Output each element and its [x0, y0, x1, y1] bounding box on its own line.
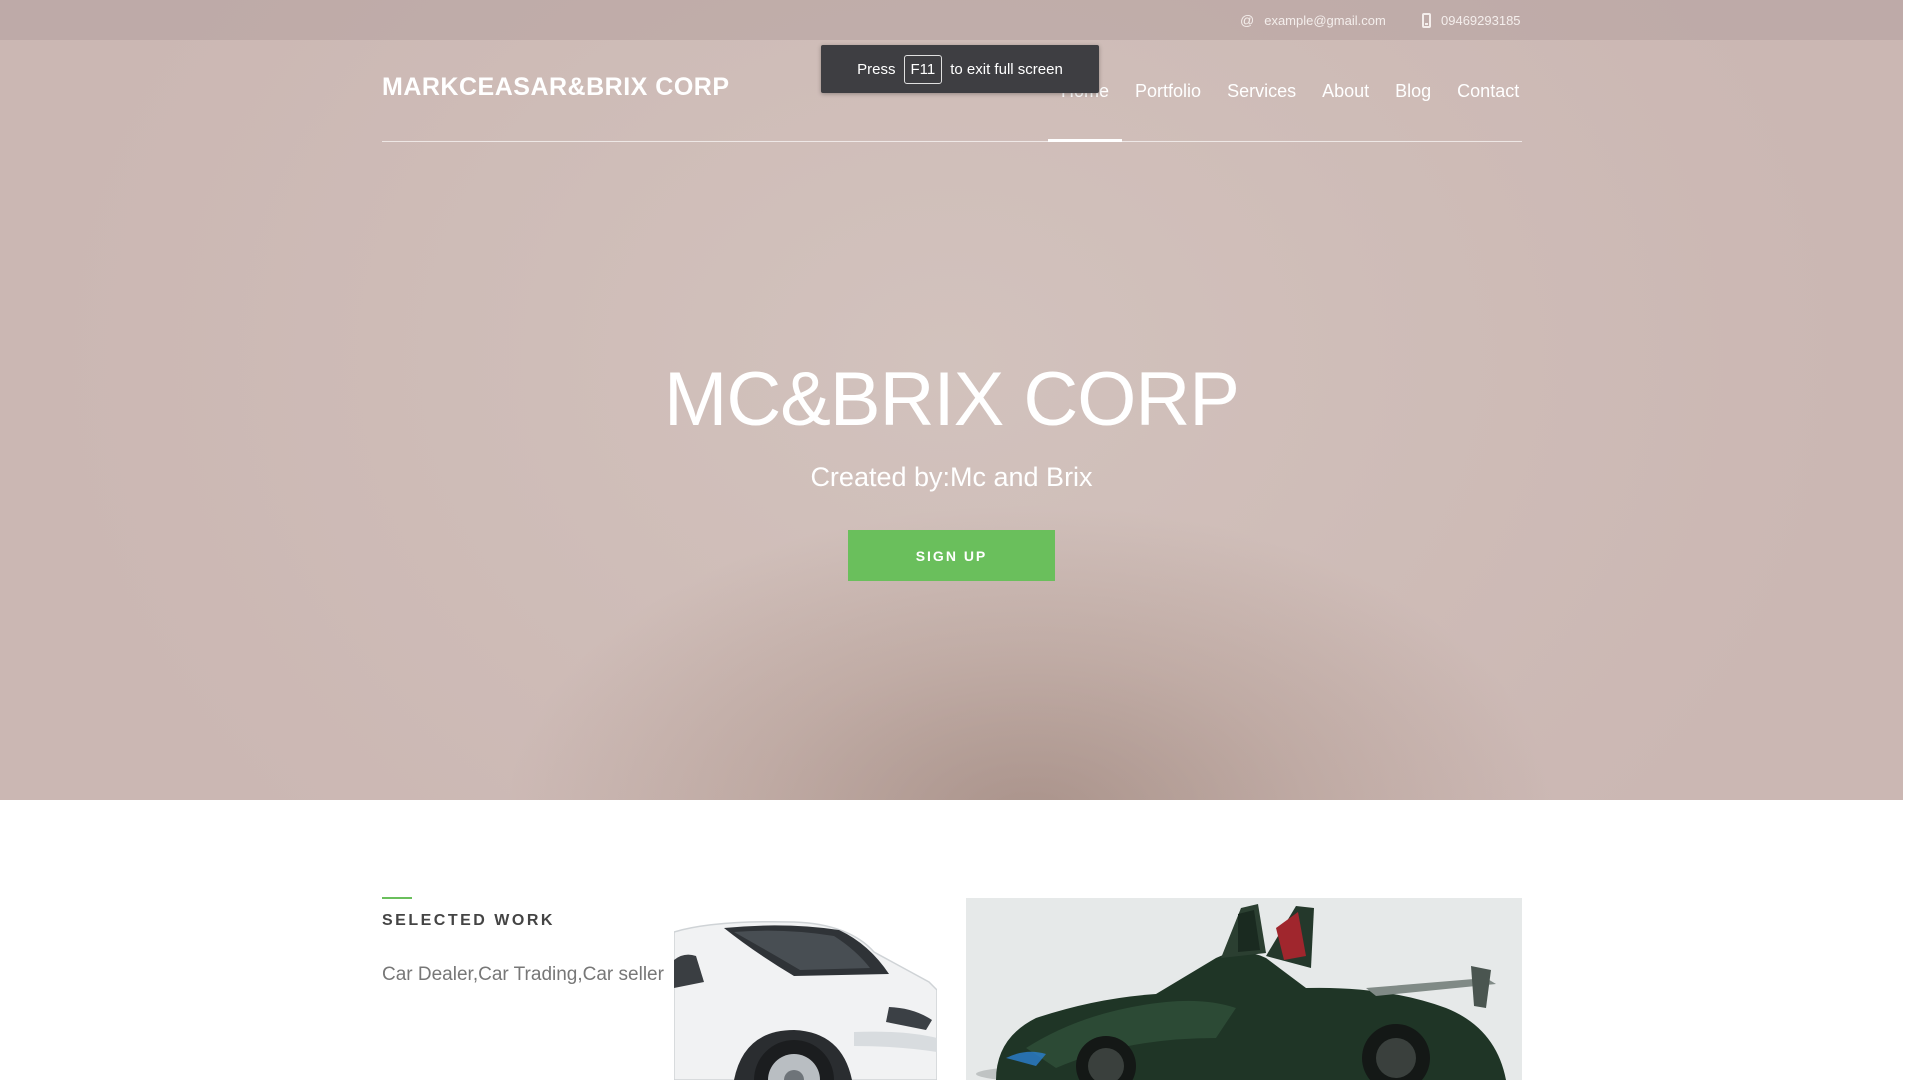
toast-key: F11	[903, 54, 943, 84]
email-contact[interactable]: @ example@gmail.com	[1240, 0, 1386, 40]
selected-work-title: SELECTED WORK	[382, 912, 555, 929]
nav-item-about[interactable]: About	[1309, 40, 1382, 142]
green-supercar-illustration	[966, 898, 1522, 1080]
brand-logo-text[interactable]: MARKCEASAR&BRIX CORP	[382, 73, 730, 102]
page: @ example@gmail.com 09469293185 MARKCEAS…	[0, 0, 1903, 1080]
phone-text: 09469293185	[1441, 12, 1521, 28]
hero-section: @ example@gmail.com 09469293185 MARKCEAS…	[0, 0, 1903, 800]
section-accent-line	[382, 897, 412, 899]
nav-item-portfolio[interactable]: Portfolio	[1122, 40, 1214, 142]
white-sedan-illustration	[674, 912, 937, 1080]
email-text: example@gmail.com	[1264, 12, 1386, 28]
mobile-phone-icon	[1422, 12, 1431, 28]
green-supercar-image[interactable]	[966, 898, 1522, 1080]
main-nav: Home Portfolio Services About Blog Conta…	[1048, 40, 1532, 142]
at-icon: @	[1240, 12, 1255, 28]
nav-item-services[interactable]: Services	[1214, 40, 1309, 142]
nav-item-blog[interactable]: Blog	[1382, 40, 1444, 142]
fullscreen-exit-toast: Press F11 to exit full screen	[821, 45, 1099, 93]
white-sedan-image[interactable]	[674, 912, 937, 1080]
sign-up-button[interactable]: SIGN UP	[848, 530, 1055, 581]
selected-work-description: Car Dealer,Car Trading,Car seller	[382, 964, 664, 985]
phone-contact[interactable]: 09469293185	[1422, 0, 1521, 40]
nav-item-contact[interactable]: Contact	[1444, 40, 1532, 142]
hero-subtitle: Created by:Mc and Brix	[810, 462, 1093, 492]
toast-suffix: to exit full screen	[950, 60, 1063, 78]
nav-divider	[382, 141, 1522, 142]
hero-title: MC&BRIX CORP	[664, 357, 1240, 442]
top-contact-bar: @ example@gmail.com 09469293185	[0, 0, 1903, 40]
toast-prefix: Press	[857, 60, 896, 78]
